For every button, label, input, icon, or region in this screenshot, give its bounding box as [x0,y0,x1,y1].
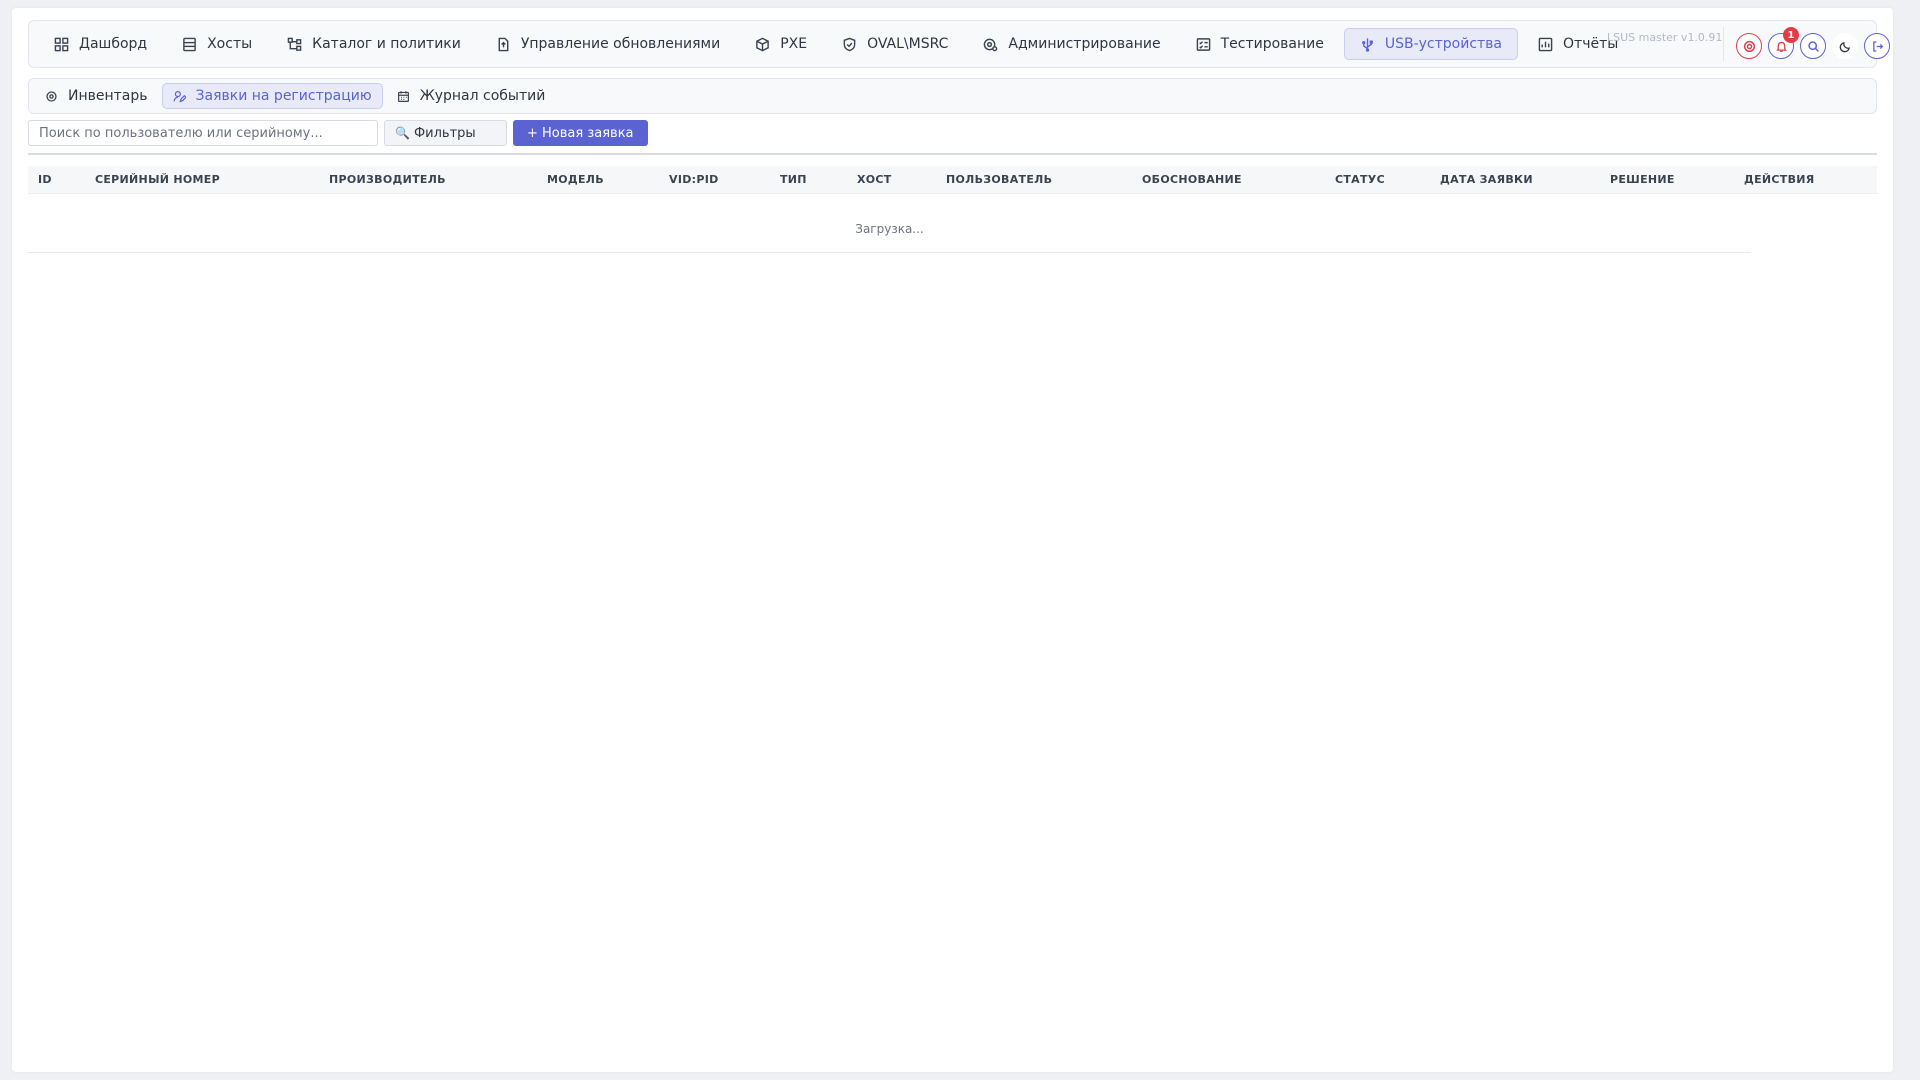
column-header-user[interactable]: ПОЛЬЗОВАТЕЛЬ [946,166,1052,194]
tab-event-log[interactable]: Журнал событий [387,83,556,109]
tab-label: Журнал событий [419,88,546,104]
nav-item-testing[interactable]: Тестирование [1181,28,1339,60]
column-header-decision[interactable]: РЕШЕНИЕ [1610,166,1675,194]
nav-item-label: PXE [780,36,808,52]
server-icon [183,37,196,51]
top-navigation: Дашборд Хосты Каталог и политики Управле… [28,20,1890,68]
new-request-button[interactable]: + Новая заявка [513,120,648,146]
search-icon [1807,40,1819,52]
lifebuoy-icon [1743,40,1755,52]
update-file-icon [498,37,509,51]
help-button[interactable] [1736,33,1762,59]
loading-message: Загрузка... [855,222,924,236]
search-input[interactable] [28,120,378,146]
calendar-icon [397,90,409,102]
header-actions: 1 [1736,27,1890,59]
column-header-status[interactable]: СТАТУС [1335,166,1385,194]
nav-item-label: Тестирование [1220,36,1324,52]
column-header-model[interactable]: МОДЕЛЬ [547,166,604,194]
shield-icon [843,37,856,51]
nav-item-label: Каталог и политики [312,36,461,52]
tab-inventory[interactable]: Инвентарь [35,83,158,109]
column-header-serial[interactable]: СЕРИЙНЫЙ НОМЕР [95,166,220,194]
global-search-button[interactable] [1800,33,1826,59]
logout-icon [1872,40,1883,52]
column-header-vendor[interactable]: ПРОИЗВОДИТЕЛЬ [329,166,446,194]
tab-label: Инвентарь [68,88,148,104]
column-header-host[interactable]: ХОСТ [857,166,892,194]
app-version: LSUS master v1.0.91 [1607,31,1723,44]
notifications-button[interactable]: 1 [1768,27,1799,59]
filters-button[interactable]: 🔍 Фильтры [384,120,507,146]
nav-item-label: Администрирование [1008,36,1161,52]
dashboard-icon [54,37,69,51]
column-header-vidpid[interactable]: VID:PID [669,166,719,194]
table-header: ID СЕРИЙНЫЙ НОМЕР ПРОИЗВОДИТЕЛЬ МОДЕЛЬ V… [28,166,1877,194]
notification-badge: 1 [1783,27,1799,43]
toolbar-divider [28,153,1877,155]
tab-label: Заявки на регистрацию [195,88,372,104]
filters-label: Фильтры [413,125,476,141]
nav-item-label: USB-устройства [1384,36,1503,52]
usb-icon [1361,37,1373,52]
nav-item-updates[interactable]: Управление обновлениями [481,28,735,60]
nav-item-dashboard[interactable]: Дашборд [39,28,162,60]
box-icon [756,37,770,51]
nav-item-label: Хосты [207,36,253,52]
logout-button[interactable] [1864,33,1890,59]
nav-item-usb[interactable]: USB-устройства [1343,28,1519,60]
column-header-actions[interactable]: ДЕЙСТВИЯ [1744,166,1815,194]
table-row-divider [28,252,1751,253]
column-header-type[interactable]: ТИП [780,166,807,194]
nav-item-label: OVAL\MSRC [867,36,949,52]
hierarchy-icon [287,37,302,51]
nav-item-catalog[interactable]: Каталог и политики [272,28,476,60]
nav-item-label: Дашборд [79,36,148,52]
nav-item-label: Управление обновлениями [520,36,721,52]
theme-toggle-button[interactable] [1832,33,1858,59]
column-header-id[interactable]: ID [38,166,52,194]
tab-registration-requests[interactable]: Заявки на регистрацию [161,83,383,109]
requests-toolbar: 🔍 Фильтры + Новая заявка [28,120,648,146]
inventory-icon [46,90,57,102]
report-icon [1538,37,1553,51]
app-window: Дашборд Хосты Каталог и политики Управле… [12,8,1893,1072]
nav-item-pxe[interactable]: PXE [740,28,822,60]
nav-item-admin[interactable]: Администрирование [968,28,1175,60]
moon-icon [1839,41,1850,52]
column-header-reason[interactable]: ОБОСНОВАНИЕ [1142,166,1242,194]
checklist-icon [1196,37,1210,51]
nav-item-oval[interactable]: OVAL\MSRC [827,28,963,60]
user-edit-icon [173,90,186,102]
usb-subtabs: Инвентарь Заявки на регистрацию Журнал с… [28,78,1877,114]
search-icon: 🔍 [395,126,410,140]
nav-divider [1723,27,1724,61]
admin-gear-icon [984,38,998,51]
column-header-request-date[interactable]: ДАТА ЗАЯВКИ [1440,166,1533,194]
nav-item-hosts[interactable]: Хосты [167,28,267,60]
